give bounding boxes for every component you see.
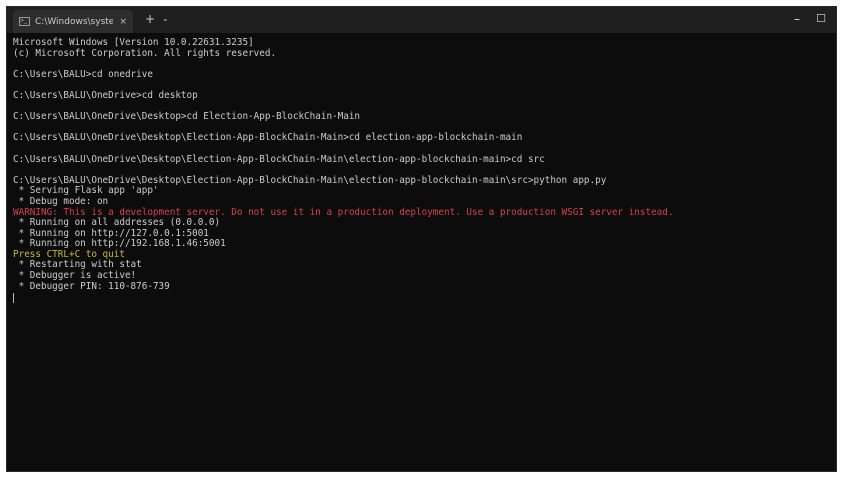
maximize-button[interactable]: ☐ — [816, 12, 826, 25]
console-output[interactable]: Microsoft Windows [Version 10.0.22631.32… — [13, 37, 830, 471]
console-line: * Debugger PIN: 110-876-739 — [13, 280, 170, 292]
minimize-button[interactable]: – — [794, 12, 800, 26]
console-line: C:\Users\BALU\OneDrive>cd desktop — [13, 89, 198, 101]
cmd-icon: >_ — [19, 17, 30, 26]
console-line: C:\Users\BALU>cd onedrive — [13, 68, 153, 80]
console-line: * Running on http://192.168.1.46:5001 — [13, 238, 226, 250]
new-tab-button[interactable]: + — [145, 12, 155, 26]
console-line: C:\Users\BALU\OneDrive\Desktop\Election-… — [13, 153, 545, 165]
console-line: Microsoft Windows [Version 10.0.22631.32… — [13, 37, 254, 48]
console-line: C:\Users\BALU\OneDrive\Desktop>cd Electi… — [13, 111, 361, 123]
terminal-window: >_ C:\Windows\system32\cmd.e × + ⌄ – ☐ M… — [6, 6, 837, 472]
chevron-down-icon[interactable]: ⌄ — [162, 14, 169, 23]
console-line: * Serving Flask app 'app' — [13, 185, 159, 197]
tab-title: C:\Windows\system32\cmd.e — [35, 16, 113, 27]
tab-cmd[interactable]: >_ C:\Windows\system32\cmd.e × — [13, 10, 133, 33]
console-line: C:\Users\BALU\OneDrive\Desktop\Election-… — [13, 132, 523, 144]
close-icon[interactable]: × — [119, 17, 127, 27]
console-line: * Debug mode: on — [13, 195, 109, 207]
title-bar: >_ C:\Windows\system32\cmd.e × + ⌄ – ☐ — [7, 7, 836, 33]
console-line: (c) Microsoft Corporation. All rights re… — [13, 47, 277, 59]
text-cursor — [13, 293, 14, 304]
